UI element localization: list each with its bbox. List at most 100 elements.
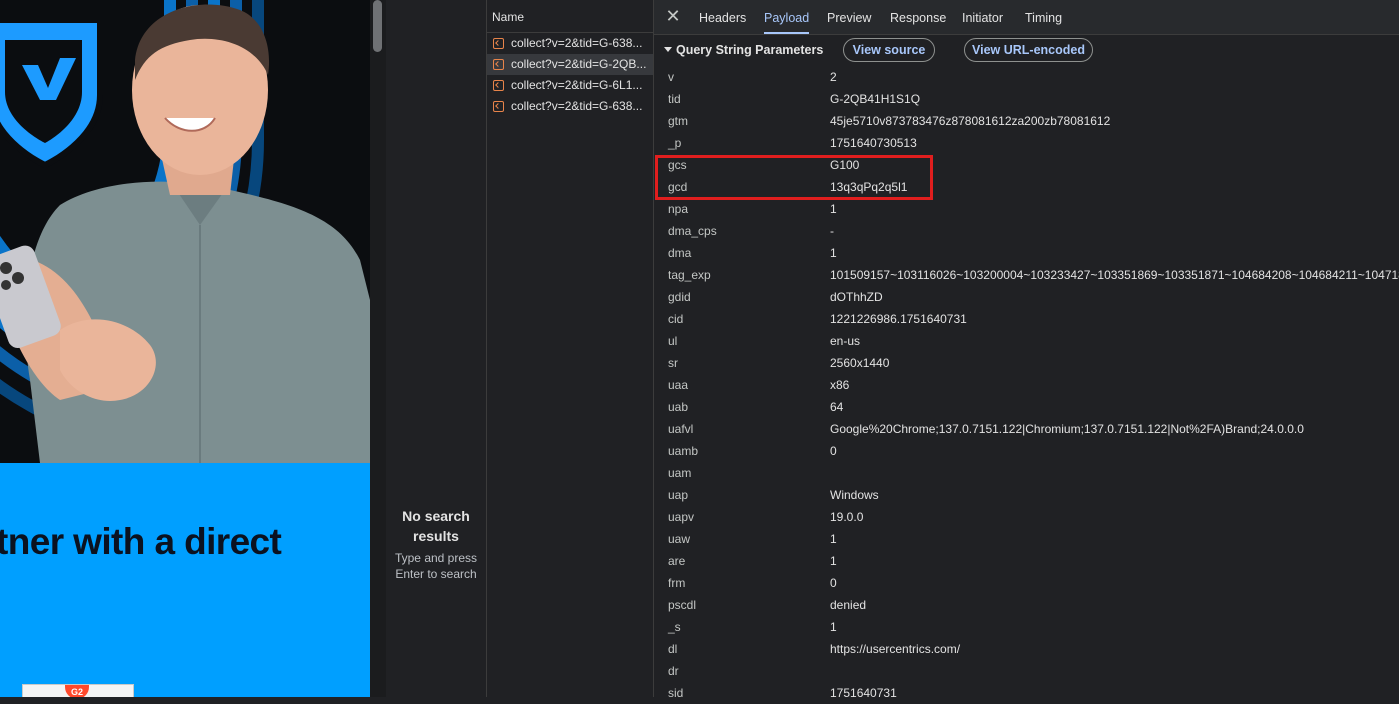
request-row[interactable]: collect?v=2&tid=G-638... [487,96,653,117]
request-row[interactable]: collect?v=2&tid=G-6L1... [487,75,653,96]
param-row: tag_exp 101509157~103116026~103200004~103… [654,264,1399,286]
param-key: uaa [668,378,689,392]
param-key: v [668,70,674,84]
param-value: 1 [830,202,837,216]
param-row: dma 1 [654,242,1399,264]
param-row: uam [654,462,1399,484]
param-row: uamb 0 [654,440,1399,462]
param-value: G-2QB41H1S1Q [830,92,921,106]
param-row: tid G-2QB41H1S1Q [654,88,1399,110]
param-row: gcs G100 [654,154,1399,176]
param-value: denied [830,598,867,612]
param-key: uapv [668,510,695,524]
param-row: dl https://usercentrics.com/ [654,638,1399,660]
param-key: pscdl [668,598,697,612]
param-value: https://usercentrics.com/ [830,642,961,656]
page-scrollbar[interactable] [370,0,386,697]
param-key: uap [668,488,689,502]
param-value: 1 [830,246,837,260]
param-row: uapv 19.0.0 [654,506,1399,528]
tab-timing[interactable]: Timing [1025,0,1062,34]
tab-payload[interactable]: Payload [764,0,810,34]
request-detail-panel: ✕ Headers Payload Preview Response Initi… [654,0,1399,700]
hero-image [0,0,370,463]
request-name: collect?v=2&tid=G-638... [511,36,643,50]
request-name: collect?v=2&tid=G-2QB... [511,57,647,71]
review-badge[interactable]: G2 [22,684,134,697]
script-file-icon [493,80,504,91]
param-key: _s [668,620,681,634]
param-key: uam [668,466,692,480]
param-value: 2560x1440 [830,356,890,370]
request-row[interactable]: collect?v=2&tid=G-638... [487,33,653,54]
param-row: gtm 45je5710v873783476z878081612za200zb78… [654,110,1399,132]
param-key: npa [668,202,689,216]
param-row: gcd 13q3qPq2q5l1 [654,176,1399,198]
close-icon[interactable]: ✕ [664,6,682,26]
hero-illustration [0,0,370,463]
query-string-parameters-header[interactable]: Query String Parameters [664,40,823,60]
param-key: gdid [668,290,691,304]
view-source-button[interactable]: View source [843,38,935,62]
param-value: 19.0.0 [830,510,864,524]
page-scrollbar-thumb[interactable] [373,0,382,52]
name-column-header[interactable]: Name [487,0,653,33]
request-name: collect?v=2&tid=G-6L1... [511,78,643,92]
param-row: are 1 [654,550,1399,572]
param-value: 0 [830,576,837,590]
param-key: tag_exp [668,268,711,282]
param-value: Windows [830,488,879,502]
tab-initiator[interactable]: Initiator [962,0,1003,34]
view-url-encoded-button[interactable]: View URL-encoded [964,38,1093,62]
param-row: npa 1 [654,198,1399,220]
param-row: cid 1221226986.1751640731 [654,308,1399,330]
param-value: 64 [830,400,844,414]
param-value: 1751640730513 [830,136,917,150]
tab-headers[interactable]: Headers [699,0,746,34]
param-row: uafvl Google%20Chrome;137.0.7151.122|Chro… [654,418,1399,440]
param-row: frm 0 [654,572,1399,594]
param-value: 101509157~103116026~103200004~103233427~… [830,268,1399,282]
param-key: gcs [668,158,687,172]
script-file-icon [493,38,504,49]
query-parameters-table: v 2 tid G-2QB41H1S1Q gtm 45je5710v873783476z8… [654,66,1399,704]
param-value: 0 [830,444,837,458]
script-file-icon [493,101,504,112]
tab-preview[interactable]: Preview [827,0,871,34]
no-search-results-hint: Type and press Enter to search [394,551,478,581]
param-value: 1 [830,532,837,546]
param-value: 1 [830,554,837,568]
param-row: dr [654,660,1399,682]
param-row: v2 [654,66,1399,88]
param-key: uafvl [668,422,694,436]
param-key: dma_cps [668,224,717,238]
param-row: gdid dOThhZD [654,286,1399,308]
param-value: en-us [830,334,861,348]
website-page: tner with a direct G2 [0,0,370,697]
param-row: sr 2560x1440 [654,352,1399,374]
tab-response[interactable]: Response [890,0,946,34]
param-key: sid [668,686,684,700]
no-search-results-title: No search results [402,508,470,544]
request-row[interactable]: collect?v=2&tid=G-2QB... [487,54,653,75]
promo-headline: tner with a direct [0,521,282,562]
param-row: ul en-us [654,330,1399,352]
param-key: _p [668,136,682,150]
param-value: x86 [830,378,850,392]
param-key: uaw [668,532,691,546]
request-name: collect?v=2&tid=G-638... [511,99,643,113]
param-row: uab 64 [654,396,1399,418]
param-row: dma_cps - [654,220,1399,242]
param-key: dr [668,664,679,678]
param-key: cid [668,312,684,326]
param-value: 13q3qPq2q5l1 [830,180,908,194]
param-row: sid 1751640731 [654,682,1399,704]
param-row: pscdl denied [654,594,1399,616]
param-key: uab [668,400,689,414]
param-row: uap Windows [654,484,1399,506]
param-row: _s 1 [654,616,1399,638]
param-value: dOThhZD [830,290,883,304]
param-key: ul [668,334,678,348]
param-value: 45je5710v873783476z878081612za200zb78081… [830,114,1111,128]
param-key: dma [668,246,692,260]
